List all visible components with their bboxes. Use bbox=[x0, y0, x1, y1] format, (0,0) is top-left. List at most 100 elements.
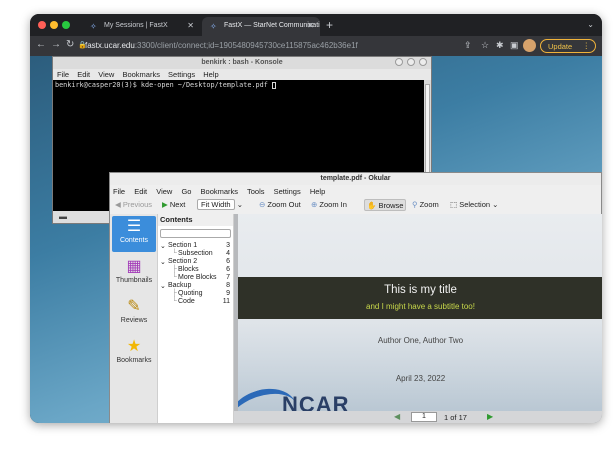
okular-menu-go[interactable]: Go bbox=[181, 187, 191, 196]
sidebar-item-label: Thumbnails bbox=[115, 277, 153, 284]
slide-date: April 23, 2022 bbox=[395, 374, 446, 383]
okular-menu-help[interactable]: Help bbox=[310, 187, 325, 196]
page-count-text: 1 of 17 bbox=[444, 413, 467, 422]
tree-branch-icon: ├ bbox=[172, 290, 177, 297]
slide-authors: Author One, Author Two bbox=[377, 336, 464, 345]
update-button[interactable]: Update ⋮ bbox=[540, 39, 596, 53]
konsole-menu-file[interactable]: File bbox=[57, 70, 69, 79]
okular-menu-file[interactable]: File bbox=[113, 187, 125, 196]
toc-page: 6 bbox=[226, 258, 230, 265]
sidebar-item-bookmarks[interactable]: ★ Bookmarks bbox=[112, 336, 156, 372]
sidebar-item-contents[interactable]: ☰ Contents bbox=[112, 216, 156, 252]
toc-item[interactable]: └ Subsection 4 bbox=[158, 250, 233, 258]
konsole-menu-bookmarks[interactable]: Bookmarks bbox=[122, 70, 160, 79]
okular-menu-bookmarks[interactable]: Bookmarks bbox=[201, 187, 239, 196]
tab-label: FastX — StarNet Communicati bbox=[224, 22, 320, 29]
sidebar-item-reviews[interactable]: ✎ Reviews bbox=[112, 296, 156, 332]
toc-page: 4 bbox=[226, 250, 230, 257]
side-panel-icon[interactable]: ▣ bbox=[510, 40, 519, 51]
tab-label: My Sessions | FastX bbox=[104, 22, 168, 29]
previous-page-icon[interactable]: ◀ bbox=[394, 412, 400, 421]
url-host: fastx.ucar.edu bbox=[85, 41, 135, 50]
remote-desktop[interactable]: benkirk : bash - Konsole File Edit View … bbox=[30, 56, 602, 423]
toc-item[interactable]: ⌄ Section 2 6 bbox=[158, 258, 233, 266]
konsole-maximize-icon[interactable] bbox=[407, 58, 415, 66]
zoom-out-button[interactable]: ⊖ Zoom Out bbox=[257, 199, 303, 211]
zoom-mode-value: Fit Width bbox=[197, 199, 235, 210]
toc-item[interactable]: └ Code 11 bbox=[158, 298, 233, 306]
terminal-tab-icon[interactable]: ▬ bbox=[59, 212, 67, 221]
share-icon[interactable]: ⇪ bbox=[464, 40, 472, 51]
ncar-logo: NCAR bbox=[282, 392, 350, 412]
reload-icon[interactable]: ↻ bbox=[66, 39, 74, 50]
page-navigation-bar: ◀ 1 1 of 17 ▶ bbox=[234, 411, 602, 423]
tab-fastx-starnet[interactable]: ✧ FastX — StarNet Communicati ✕ bbox=[202, 17, 320, 36]
back-icon[interactable]: ← bbox=[36, 39, 46, 50]
zoom-mode-select[interactable]: Fit Width ⌄ bbox=[195, 199, 245, 211]
new-tab-icon[interactable]: + bbox=[326, 18, 333, 32]
extensions-icon[interactable]: ✱ bbox=[496, 40, 504, 51]
fastx-favicon-icon: ✧ bbox=[210, 22, 217, 31]
zoom-in-button[interactable]: ⊕ Zoom In bbox=[309, 199, 349, 211]
toc-item[interactable]: ⌄ Section 1 3 bbox=[158, 242, 233, 250]
previous-label: Previous bbox=[122, 200, 153, 209]
browse-tool-button[interactable]: ✋ Browse bbox=[364, 199, 407, 211]
next-button[interactable]: ▶ Next bbox=[160, 199, 187, 211]
zoom-window-dot[interactable] bbox=[62, 21, 70, 29]
contents-search-input[interactable] bbox=[160, 229, 231, 238]
okular-window[interactable]: template.pdf - Okular File Edit View Go … bbox=[109, 172, 602, 423]
okular-menu-tools[interactable]: Tools bbox=[247, 187, 265, 196]
sidebar-item-thumbnails[interactable]: ▦ Thumbnails bbox=[112, 256, 156, 292]
toc-page: 3 bbox=[226, 242, 230, 249]
close-tab-icon[interactable]: ✕ bbox=[307, 21, 314, 30]
current-page-input[interactable]: 1 bbox=[411, 412, 437, 422]
zoom-in-label: Zoom In bbox=[319, 200, 347, 209]
contents-icon: ☰ bbox=[126, 218, 142, 235]
close-window-dot[interactable] bbox=[38, 21, 46, 29]
zoom-tool-label: Zoom bbox=[419, 200, 439, 209]
tab-my-sessions[interactable]: ✧ My Sessions | FastX ✕ bbox=[82, 17, 200, 36]
okular-menu-edit[interactable]: Edit bbox=[134, 187, 147, 196]
forward-icon[interactable]: → bbox=[51, 39, 61, 50]
star-icon: ★ bbox=[126, 338, 142, 355]
minimize-window-dot[interactable] bbox=[50, 21, 58, 29]
toc-label: Subsection bbox=[178, 250, 213, 257]
konsole-menu-help[interactable]: Help bbox=[203, 70, 218, 79]
slide-subtitle: and I might have a subtitle too! bbox=[366, 302, 475, 311]
konsole-menu-edit[interactable]: Edit bbox=[77, 70, 90, 79]
konsole-menu-view[interactable]: View bbox=[98, 70, 114, 79]
toc-expander-icon[interactable]: ⌄ bbox=[160, 282, 166, 290]
toc-item[interactable]: ⌄ Backup 8 bbox=[158, 282, 233, 290]
okular-menu-view[interactable]: View bbox=[156, 187, 172, 196]
zoom-out-label: Zoom Out bbox=[267, 200, 301, 209]
chevron-down-icon: ⌄ bbox=[236, 200, 243, 209]
konsole-minimize-icon[interactable] bbox=[395, 58, 403, 66]
okular-sidebar: ☰ Contents ▦ Thumbnails ✎ Reviews ★ Book… bbox=[110, 214, 158, 423]
zoom-tool-button[interactable]: ⚲ Zoom bbox=[410, 199, 441, 211]
toc-expander-icon[interactable]: ⌄ bbox=[160, 258, 166, 266]
sidebar-item-label: Bookmarks bbox=[116, 357, 152, 364]
selection-tool-button[interactable]: ⬚ Selection ⌄ bbox=[448, 199, 500, 211]
toc-expander-icon[interactable]: ⌄ bbox=[160, 242, 166, 250]
previous-button[interactable]: ◀ Previous bbox=[113, 199, 154, 211]
magnifier-icon: ⚲ bbox=[412, 200, 418, 209]
konsole-menu-settings[interactable]: Settings bbox=[168, 70, 195, 79]
toc-item[interactable]: ├ Quoting 9 bbox=[158, 290, 233, 298]
tab-search-chevron-icon[interactable]: ⌄ bbox=[587, 20, 594, 29]
bookmark-star-icon[interactable]: ☆ bbox=[481, 40, 489, 51]
pdf-page: This is my title and I might have a subt… bbox=[238, 214, 602, 412]
konsole-close-icon[interactable] bbox=[419, 58, 427, 66]
address-bar[interactable]: fastx.ucar.edu:3300/client/connect;id=19… bbox=[85, 41, 358, 50]
konsole-scroll-thumb[interactable] bbox=[425, 84, 430, 174]
tree-branch-icon: └ bbox=[172, 298, 177, 305]
next-page-icon[interactable]: ▶ bbox=[487, 412, 493, 421]
terminal-output[interactable]: benkirk@casper20(3)$ kde-open ~/Desktop/… bbox=[53, 80, 431, 90]
okular-menu-settings[interactable]: Settings bbox=[274, 187, 301, 196]
toc-item[interactable]: ├ Blocks 6 bbox=[158, 266, 233, 274]
more-menu-icon[interactable]: ⋮ bbox=[583, 41, 591, 50]
konsole-menubar: File Edit View Bookmarks Settings Help bbox=[53, 69, 431, 80]
close-tab-icon[interactable]: ✕ bbox=[187, 21, 194, 30]
document-view[interactable]: This is my title and I might have a subt… bbox=[234, 214, 602, 423]
toc-item[interactable]: └ More Blocks 7 bbox=[158, 274, 233, 282]
profile-avatar[interactable] bbox=[523, 39, 536, 52]
